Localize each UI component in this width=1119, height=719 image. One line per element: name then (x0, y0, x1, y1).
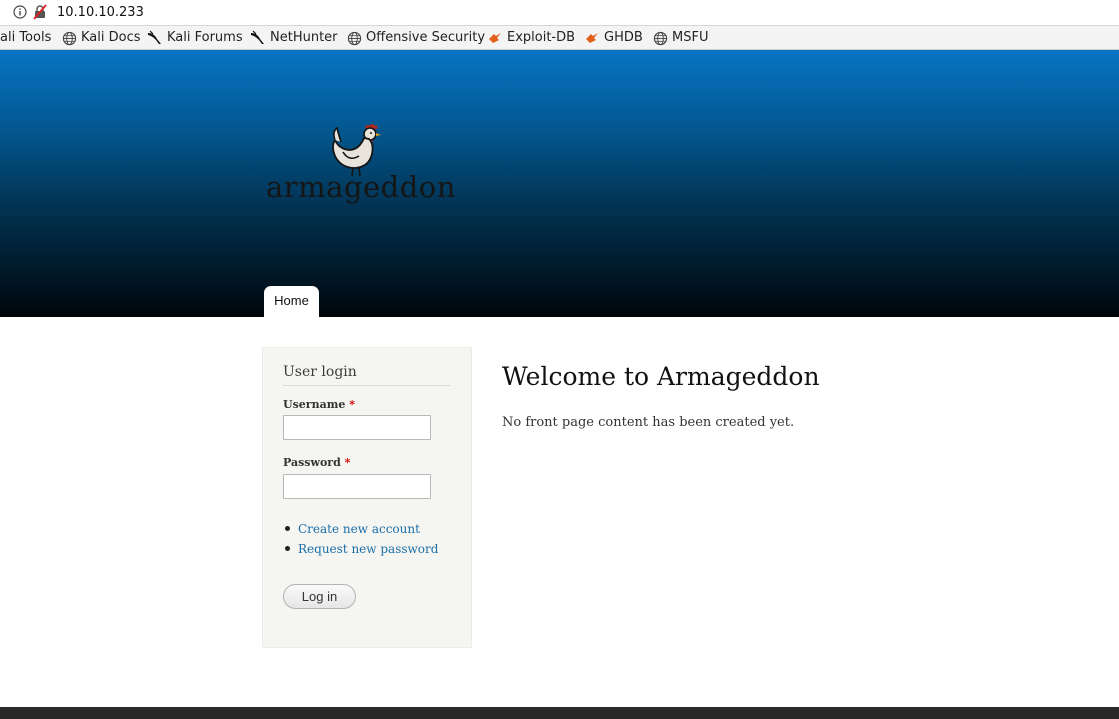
password-label: Password * (283, 456, 350, 469)
bookmark-kali-tools[interactable]: ali Tools (0, 29, 51, 47)
globe-icon (347, 31, 362, 45)
tab-home[interactable]: Home (264, 286, 319, 317)
bookmark-exploit-db[interactable]: Exploit-DB (487, 29, 575, 47)
bookmark-label: Kali Docs (81, 30, 141, 45)
bookmark-label: MSFU (672, 30, 709, 45)
username-input[interactable] (283, 415, 431, 440)
page-body-text: No front page content has been created y… (502, 415, 795, 430)
browser-url-bar[interactable]: 10.10.10.233 (0, 0, 1119, 26)
password-input[interactable] (283, 474, 431, 499)
bookmark-label: Kali Forums (167, 30, 243, 45)
url-text[interactable]: 10.10.10.233 (57, 4, 144, 21)
password-label-text: Password (283, 456, 341, 469)
required-marker: * (349, 398, 355, 411)
bookmark-ghdb[interactable]: GHDB (584, 29, 643, 47)
request-password-link[interactable]: Request new password (298, 542, 438, 556)
login-links: Create new account Request new password (283, 519, 438, 559)
bullet (285, 546, 290, 551)
bookmark-label: Exploit-DB (507, 30, 576, 45)
kali-dragon-icon (148, 30, 161, 44)
login-button[interactable]: Log in (283, 584, 356, 609)
bookmark-msfu[interactable]: MSFU (653, 29, 708, 47)
bookmark-label: Offensive Security (366, 30, 486, 45)
username-label-text: Username (283, 398, 346, 411)
site-header: armageddon Home (0, 50, 1119, 317)
exploitdb-icon (489, 33, 501, 43)
bookmarks-toolbar: ali Tools Kali Docs Kali Forums NetHunte… (0, 26, 1119, 50)
kali-dragon-icon (251, 30, 264, 44)
list-item: Request new password (283, 539, 438, 559)
bookmark-label: ali Tools (0, 30, 52, 45)
create-account-link[interactable]: Create new account (298, 522, 420, 536)
bookmark-kali-docs[interactable]: Kali Docs (62, 29, 141, 47)
globe-icon (653, 31, 668, 45)
bookmark-label: NetHunter (270, 30, 338, 45)
list-item: Create new account (283, 519, 438, 539)
info-icon[interactable] (13, 5, 27, 19)
username-label: Username * (283, 398, 355, 411)
exploitdb-icon (586, 33, 598, 43)
bookmark-label: GHDB (604, 30, 643, 45)
bookmark-nethunter[interactable]: NetHunter (250, 29, 338, 47)
bullet (285, 526, 290, 531)
page-title: Welcome to Armageddon (502, 362, 820, 391)
user-login-block: User login Username * Password * Create … (262, 347, 472, 648)
bookmark-kali-forums[interactable]: Kali Forums (147, 29, 243, 47)
bookmark-offensive-security[interactable]: Offensive Security (347, 29, 485, 47)
block-title: User login (283, 364, 450, 386)
globe-icon (62, 31, 77, 45)
required-marker: * (344, 456, 351, 469)
site-name[interactable]: armageddon (266, 170, 456, 204)
insecure-lock-icon[interactable] (32, 4, 48, 20)
site-footer (0, 707, 1119, 719)
